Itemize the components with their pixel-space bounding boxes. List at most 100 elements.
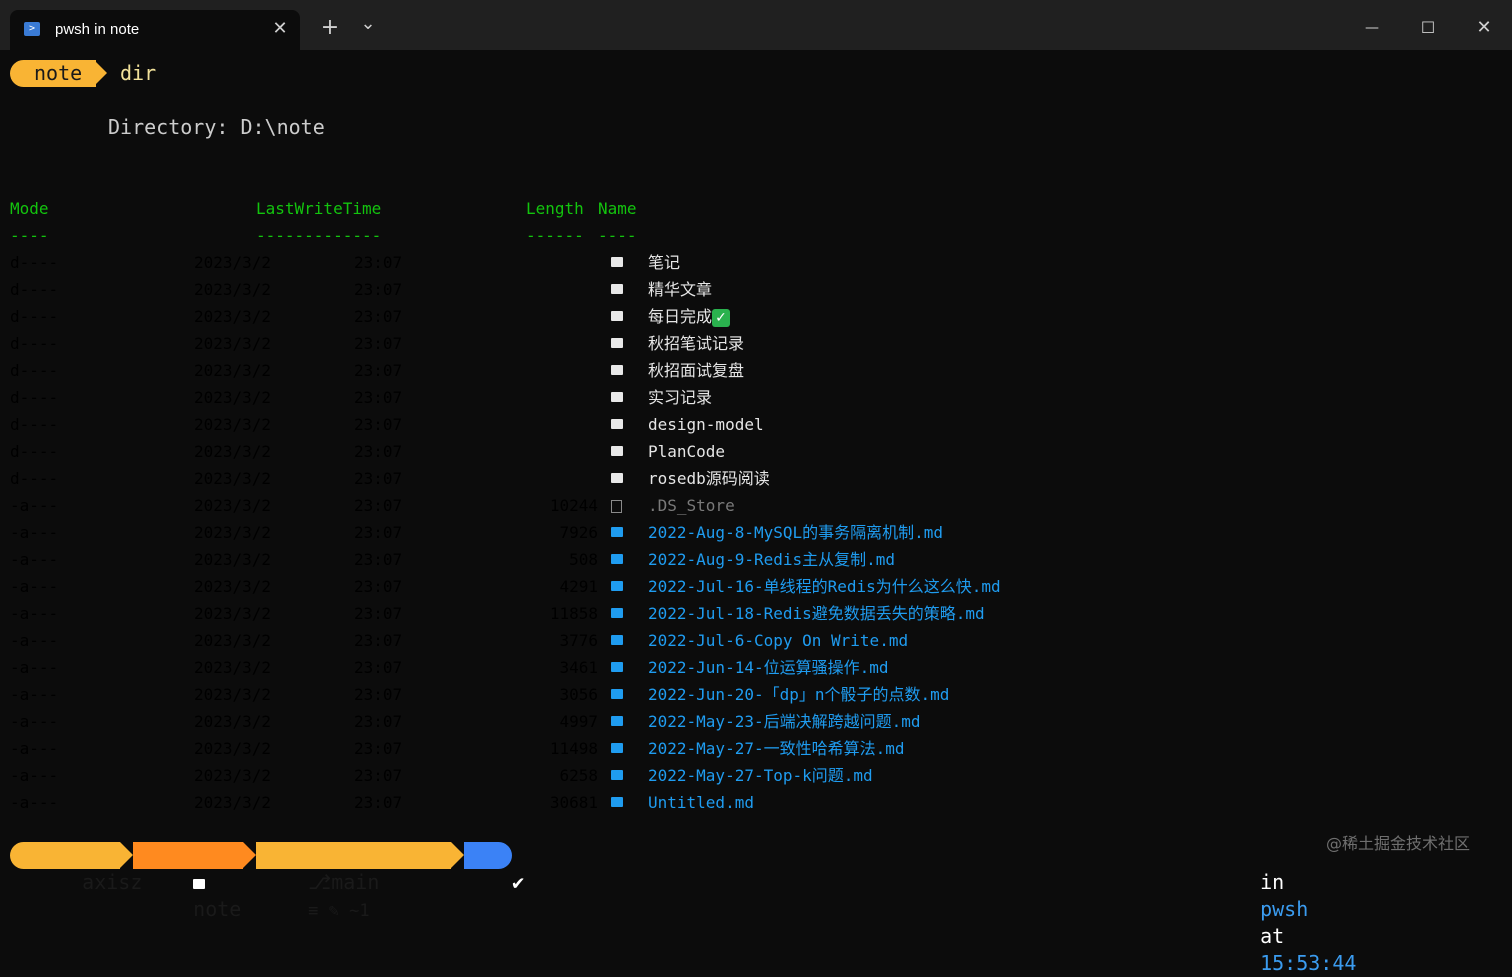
row-mode: d---- [10,307,59,326]
underline-mode: ---- [10,226,49,245]
status-user-label: axisz [82,870,143,894]
underline-name: ---- [598,226,637,245]
row-mode: -a--- [10,739,59,758]
markdown-file-icon [611,689,623,699]
tab-title: pwsh in note [55,21,140,38]
row-mode: -a--- [10,604,59,623]
row-time: 23:07 [354,253,403,272]
row-name: .DS_Store [648,496,735,515]
row-date: 2023/3/2 [194,388,272,407]
row-date: 2023/3/2 [194,712,272,731]
header-length: Length [526,199,584,218]
status-user: axisz [10,842,142,894]
tab-dropdown-button[interactable]: ⌄ [356,12,380,36]
row-date: 2023/3/2 [194,550,272,569]
row-name: 秋招面试复盘 [648,361,745,380]
status-ok: ✔ [464,842,524,894]
row-length [526,438,598,465]
row-name: 秋招笔试记录 [648,334,745,353]
row-length: 508 [569,550,598,569]
row-time: 23:07 [354,280,403,299]
command-text: dir [120,61,157,85]
markdown-file-icon [611,608,623,618]
row-time: 23:07 [354,658,403,677]
row-mode: -a--- [10,658,59,677]
folder-icon [611,392,623,402]
underline-length: ------ [526,226,584,245]
row-time: 23:07 [354,766,403,785]
row-length: 10244 [549,496,598,515]
title-bar: > pwsh in note ✕ + ⌄ — ☐ ✕ [0,0,1512,50]
watermark: @稀土掘金技术社区 [1326,834,1471,853]
row-length [526,330,598,357]
row-time: 23:07 [354,496,403,515]
row-length [526,276,598,303]
row-mode: d---- [10,442,59,461]
row-time: 23:07 [354,631,403,650]
row-mode: -a--- [10,631,59,650]
status-git: ⎇main ≡ ✎ ~1 [256,842,451,921]
row-name: 2022-May-23-后端决解跨越问题.md [648,712,921,731]
row-time: 23:07 [354,739,403,758]
row-name: 2022-May-27-一致性哈希算法.md [648,739,905,758]
new-tab-button[interactable]: + [318,16,342,40]
markdown-file-icon [611,743,623,753]
row-date: 2023/3/2 [194,415,272,434]
status-folder: note [133,842,243,921]
powershell-icon: > [24,22,40,36]
folder-icon [611,338,623,348]
row-mode: -a--- [10,523,59,542]
markdown-file-icon [611,554,623,564]
checkmark-badge-icon: ✓ [712,308,731,327]
row-name: 2022-Aug-9-Redis主从复制.md [648,550,896,569]
file-icon [611,500,622,513]
row-length: 3461 [559,658,598,677]
row-mode: d---- [10,253,59,272]
row-date: 2023/3/2 [194,604,272,623]
row-time: 23:07 [354,550,403,569]
row-length [526,384,598,411]
row-date: 2023/3/2 [194,766,272,785]
row-name: 2022-Jul-16-单线程的Redis为什么这么快.md [648,577,1001,596]
row-name: design-model [648,415,764,434]
row-date: 2023/3/2 [194,577,272,596]
folder-icon [611,419,623,429]
status-arrow-2 [243,842,256,868]
row-mode: -a--- [10,685,59,704]
row-date: 2023/3/2 [194,253,272,272]
close-button[interactable]: ✕ [1470,16,1498,40]
row-name: 每日完成 [648,307,713,326]
row-name: 2022-May-27-Top-k问题.md [648,766,873,785]
status-arrow-1 [120,842,133,868]
tab-close-icon[interactable]: ✕ [268,17,292,41]
row-length [526,303,598,330]
row-date: 2023/3/2 [194,496,272,515]
folder-icon [611,473,623,483]
row-mode: -a--- [10,793,59,812]
row-name: 2022-Jul-18-Redis避免数据丢失的策略.md [648,604,985,623]
tab-pwsh[interactable]: > pwsh in note ✕ [10,10,300,50]
minimize-button[interactable]: — [1358,16,1386,40]
row-mode: d---- [10,388,59,407]
folder-icon [611,257,623,267]
header-mode: Mode [10,199,49,218]
row-date: 2023/3/2 [194,793,272,812]
git-branch-label: main [331,870,380,894]
row-mode: -a--- [10,766,59,785]
maximize-button[interactable]: ☐ [1414,16,1442,40]
row-length: 11498 [549,739,598,758]
markdown-file-icon [611,770,623,780]
row-length: 3776 [559,631,598,650]
markdown-file-icon [611,797,623,807]
row-name: Untitled.md [648,793,754,812]
folder-icon [611,446,623,456]
row-date: 2023/3/2 [194,523,272,542]
underline-lastwritetime: ------------- [256,226,382,245]
row-mode: d---- [10,415,59,434]
row-date: 2023/3/2 [194,334,272,353]
folder-icon [611,284,623,294]
row-name: 2022-Jun-14-位运算骚操作.md [648,658,889,677]
row-date: 2023/3/2 [194,685,272,704]
row-length: 30681 [549,793,598,812]
row-length [526,411,598,438]
